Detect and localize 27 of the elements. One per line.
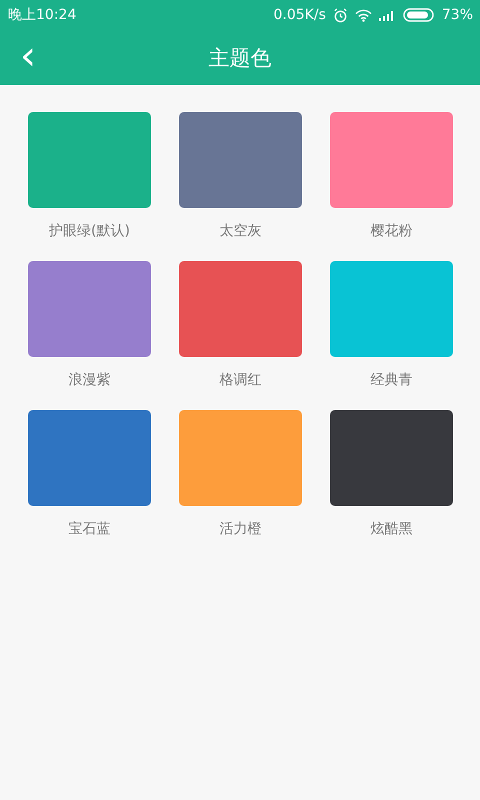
color-swatch[interactable] xyxy=(330,112,453,208)
theme-label: 浪漫紫 xyxy=(68,371,110,389)
theme-label: 宝石蓝 xyxy=(68,520,110,538)
battery-level: 73% xyxy=(442,7,473,23)
color-swatch[interactable] xyxy=(330,261,453,357)
theme-label: 太空灰 xyxy=(220,222,262,240)
battery-icon xyxy=(402,8,435,22)
theme-label: 格调红 xyxy=(220,371,262,389)
color-swatch[interactable] xyxy=(28,112,151,208)
theme-label: 护眼绿(默认) xyxy=(49,222,130,240)
network-speed: 0.05K/s xyxy=(274,7,326,23)
theme-label: 经典青 xyxy=(370,371,412,389)
signal-icon xyxy=(378,9,396,21)
theme-label: 活力橙 xyxy=(220,520,262,538)
color-swatch[interactable] xyxy=(330,410,453,506)
color-swatch[interactable] xyxy=(28,410,151,506)
wifi-icon xyxy=(354,8,372,22)
color-swatch[interactable] xyxy=(28,261,151,357)
color-swatch[interactable] xyxy=(179,410,302,506)
status-time: 晚上10:24 xyxy=(8,6,76,24)
page-title: 主题色 xyxy=(208,44,272,72)
alarm-icon xyxy=(332,8,348,22)
back-button[interactable]: ‹ xyxy=(14,38,42,74)
color-swatch[interactable] xyxy=(179,261,302,357)
theme-label: 樱花粉 xyxy=(370,222,412,240)
color-swatch[interactable] xyxy=(179,112,302,208)
theme-label: 炫酷黑 xyxy=(370,520,412,538)
